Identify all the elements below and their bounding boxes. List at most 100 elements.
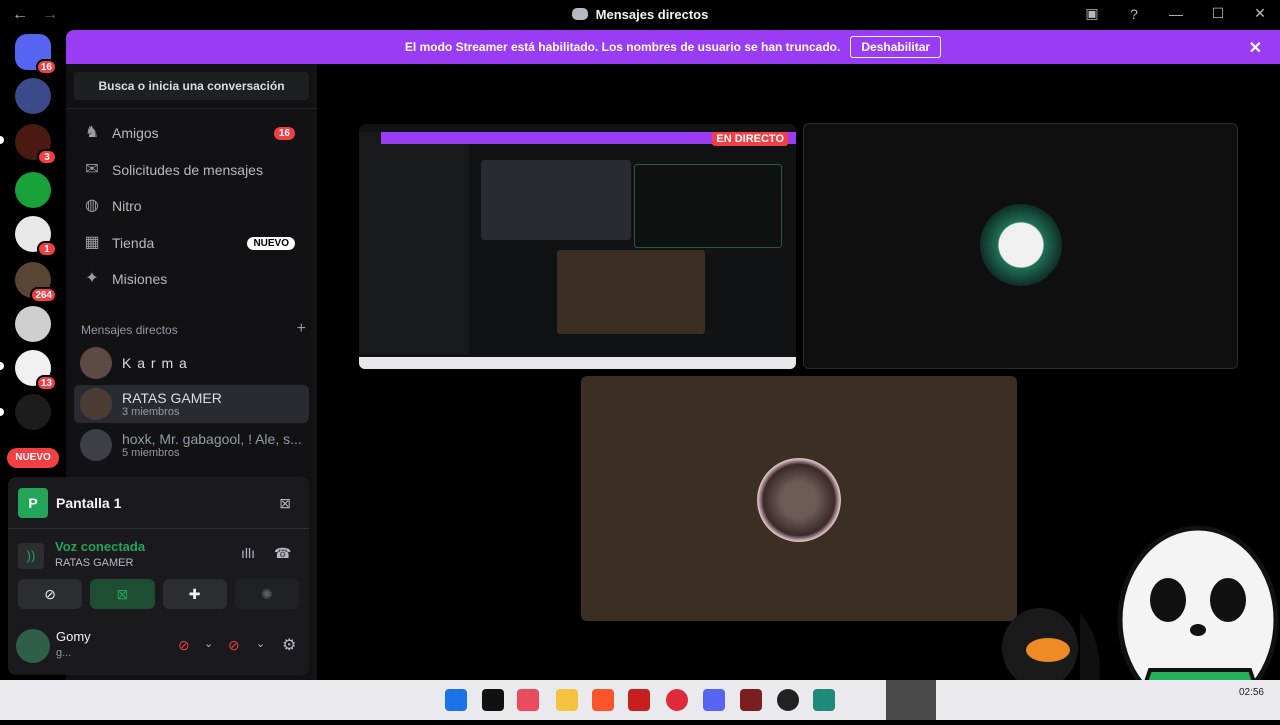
- share-screen-button[interactable]: ⊠: [90, 579, 155, 609]
- server-icon[interactable]: 1: [15, 216, 57, 257]
- app-icon[interactable]: [517, 689, 539, 711]
- deafen-icon[interactable]: ⊘: [228, 637, 240, 654]
- inbox-icon[interactable]: ▣: [1082, 5, 1102, 22]
- voice-status[interactable]: Voz conectada: [55, 539, 145, 554]
- screen-share-tile[interactable]: EN DIRECTO: [359, 124, 796, 369]
- user-name[interactable]: Gomy: [56, 629, 91, 644]
- close-button[interactable]: ✕: [1250, 5, 1270, 22]
- discord-icon: [571, 8, 588, 20]
- server-icon[interactable]: [15, 78, 51, 114]
- avatar: [80, 347, 112, 379]
- nav-friends[interactable]: ♞ Amigos 16: [74, 116, 309, 150]
- disable-streamer-button[interactable]: Deshabilitar: [850, 36, 942, 58]
- nav-label: Nitro: [112, 198, 142, 214]
- app-icon[interactable]: [813, 689, 835, 711]
- mute-icon[interactable]: ⊘: [178, 637, 190, 654]
- voice-channel[interactable]: RATAS GAMER: [55, 557, 133, 569]
- server-badge: 264: [30, 287, 57, 303]
- server-icon[interactable]: [15, 306, 51, 342]
- voice-actions: ⊘ ⊠ ✚ ✺: [18, 579, 299, 609]
- nav-label: Amigos: [112, 125, 159, 141]
- dm-name: hoxk, Mr. gabagool, ! Ale, s...: [122, 431, 302, 447]
- obs-icon[interactable]: [777, 689, 799, 711]
- dm-item[interactable]: hoxk, Mr. gabagool, ! Ale, s... 5 miembr…: [74, 426, 309, 464]
- nav-nitro[interactable]: ◍ Nitro: [74, 189, 309, 223]
- title-bar: ← → Mensajes directos ▣ ? — ☐ ✕: [0, 0, 1280, 30]
- discord-icon[interactable]: [703, 689, 725, 711]
- dm-members: 5 miembros: [122, 447, 180, 459]
- nitro-icon: ◍: [85, 197, 99, 214]
- server-icon[interactable]: [15, 172, 51, 208]
- dm-members: 3 miembros: [122, 406, 180, 418]
- stream-preview-sidebar: [359, 132, 469, 354]
- help-icon[interactable]: ?: [1124, 6, 1144, 22]
- create-dm-icon[interactable]: +: [297, 320, 306, 338]
- search-input[interactable]: Busca o inicia una conversación: [74, 72, 309, 100]
- os-taskbar: 02:56: [0, 680, 1280, 720]
- voicemeeter-icon[interactable]: [628, 689, 650, 711]
- new-badge: NUEVO: [247, 236, 295, 250]
- dm-name: RATAS GAMER: [122, 390, 222, 406]
- window-thumbnail[interactable]: [886, 680, 936, 720]
- nav-label: Tienda: [112, 235, 155, 251]
- app-icon[interactable]: [740, 689, 762, 711]
- folder-icon[interactable]: [556, 689, 578, 711]
- duck-overlay: [990, 598, 1080, 688]
- home-button[interactable]: 16: [15, 34, 57, 75]
- signal-icon[interactable]: )): [18, 543, 44, 569]
- server-icon[interactable]: 264: [15, 262, 57, 303]
- voice-panel: P Pantalla 1 ⊠ )) Voz conectada RATAS GA…: [8, 477, 309, 675]
- tiktok-icon[interactable]: [482, 689, 504, 711]
- dm-header-label: Mensajes directos: [81, 323, 178, 337]
- user-area: Gomy g... ⊘ ⌄ ⊘ ⌄ ⚙: [16, 625, 301, 667]
- friends-icon: ♞: [84, 124, 100, 141]
- server-badge: 1: [37, 241, 57, 257]
- server-icon[interactable]: 13: [15, 350, 57, 391]
- app-icon[interactable]: [666, 689, 688, 711]
- brave-icon[interactable]: [592, 689, 614, 711]
- shop-icon: ▦: [84, 234, 100, 251]
- clock: 02:56: [1238, 687, 1264, 698]
- home-badge: 16: [35, 59, 57, 75]
- dm-item[interactable]: RATAS GAMER 3 miembros: [74, 385, 309, 423]
- chevron-down-icon[interactable]: ⌄: [204, 637, 213, 650]
- user-status: g...: [56, 647, 72, 659]
- maximize-button[interactable]: ☐: [1208, 5, 1228, 22]
- stop-stream-icon[interactable]: ⊠: [279, 495, 291, 512]
- windows-start-icon[interactable]: [445, 689, 467, 711]
- mail-icon: ✉: [85, 161, 99, 178]
- nav-shop[interactable]: ▦ Tienda NUEVO: [74, 226, 309, 260]
- server-pill: [0, 408, 4, 416]
- nav-message-requests[interactable]: ✉ Solicitudes de mensajes: [74, 153, 309, 187]
- screen-thumb: P: [18, 488, 48, 518]
- activities-button[interactable]: ✚: [162, 579, 227, 609]
- stream-preview-tile: [557, 250, 705, 334]
- dm-item[interactable]: K a r m a: [74, 344, 309, 382]
- chevron-down-icon[interactable]: ⌄: [256, 637, 265, 650]
- duck-illustration: [1002, 608, 1078, 688]
- quests-icon: ✦: [85, 270, 99, 287]
- new-servers-pill[interactable]: NUEVO: [7, 448, 59, 468]
- user-video-tile[interactable]: [581, 376, 1017, 621]
- disconnect-icon[interactable]: ☎: [274, 545, 291, 562]
- avatar: [757, 458, 841, 542]
- avatar: [80, 429, 112, 461]
- friends-badge: 16: [273, 126, 295, 140]
- avatar: [980, 204, 1062, 286]
- soundboard-button[interactable]: ✺: [234, 579, 299, 609]
- minimize-button[interactable]: —: [1166, 6, 1186, 22]
- nav-quests[interactable]: ✦ Misiones: [74, 262, 309, 296]
- server-icon[interactable]: 3: [15, 124, 57, 165]
- server-badge: 13: [35, 375, 57, 391]
- camera-button[interactable]: ⊘: [18, 579, 83, 609]
- divider: [8, 528, 309, 529]
- server-pill: [0, 136, 4, 144]
- server-badge: 3: [37, 149, 57, 165]
- user-video-tile[interactable]: [803, 123, 1238, 369]
- close-icon[interactable]: ✕: [1249, 38, 1262, 58]
- gear-icon[interactable]: ⚙: [282, 635, 296, 655]
- divider: [66, 108, 317, 109]
- avatar[interactable]: [16, 629, 50, 663]
- noise-suppression-icon[interactable]: ıllı: [241, 545, 255, 561]
- server-icon[interactable]: [15, 394, 51, 430]
